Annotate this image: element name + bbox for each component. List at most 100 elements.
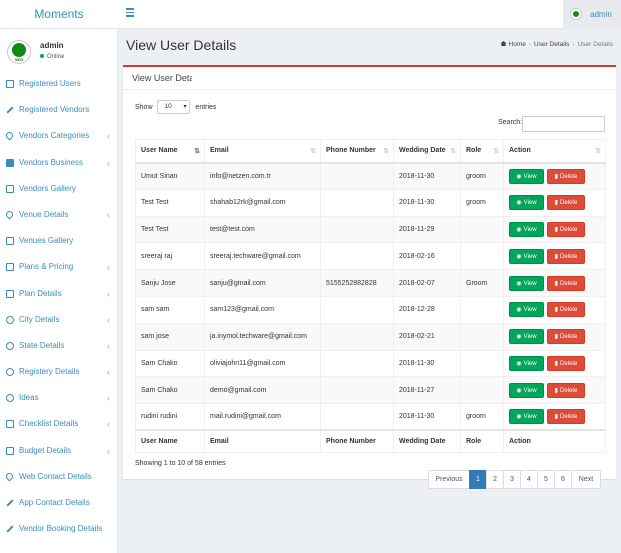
breadcrumb-item[interactable]: User Details	[534, 41, 569, 48]
column-header-wedding-date[interactable]: Wedding Date ⇅	[393, 139, 461, 164]
cell-email: ja.inymol.techware@gmail.com	[204, 322, 321, 351]
view-button[interactable]: ◉ View	[509, 409, 544, 425]
map-pin-icon	[4, 209, 15, 220]
cell-name: Sam Chako	[135, 349, 205, 378]
view-button[interactable]: ◉ View	[509, 195, 544, 211]
cell-role	[460, 295, 504, 324]
delete-button[interactable]: ▮ Delete	[547, 275, 585, 291]
sidebar-item-budget-details[interactable]: Budget Details ‹	[0, 438, 117, 464]
column-header-phone[interactable]: Phone Number ⇅	[320, 139, 394, 164]
sidebar-item-venues-gallery[interactable]: Venues Gallery	[0, 228, 117, 254]
cell-action: ◉ View ▮ Delete	[503, 188, 606, 217]
footer-username: User Name	[135, 429, 205, 453]
view-button[interactable]: ◉ View	[509, 302, 544, 318]
trash-icon: ▮	[554, 253, 558, 260]
column-header-username[interactable]: User Name ⇅	[135, 139, 205, 164]
column-header-action[interactable]: Action ⇅	[503, 139, 606, 164]
delete-button[interactable]: ▮ Delete	[547, 329, 585, 345]
view-button[interactable]: ◉ View	[509, 382, 544, 398]
trash-icon: ▮	[554, 307, 558, 314]
chevron-left-icon: ‹	[107, 393, 110, 404]
delete-button[interactable]: ▮ Delete	[547, 355, 585, 371]
sidebar-item-label: Registery Details	[19, 367, 80, 377]
cell-role	[460, 242, 504, 271]
cell-email: oliviajohn11@gmail.com	[204, 349, 321, 378]
image-icon	[6, 184, 14, 193]
column-header-role[interactable]: Role ⇅	[460, 139, 504, 164]
sidebar-toggle-icon[interactable]	[126, 8, 134, 17]
delete-button[interactable]: ▮ Delete	[547, 302, 585, 318]
sidebar-item-registery-details[interactable]: Registery Details ‹	[0, 359, 117, 385]
sidebar-item-app-contact-details[interactable]: App Contact Details	[0, 490, 117, 516]
delete-button[interactable]: ▮ Delete	[547, 248, 585, 264]
cell-date: 2018-11-27	[393, 376, 461, 405]
entries-select[interactable]: 10	[157, 100, 191, 114]
column-header-email[interactable]: Email ⇅	[204, 139, 321, 164]
cell-action: ◉ View ▮ Delete	[503, 269, 606, 297]
sidebar-item-state-details[interactable]: State Details ‹	[0, 333, 117, 359]
cell-phone	[320, 295, 394, 324]
pagination-page-3[interactable]: 3	[503, 470, 521, 489]
sidebar-item-venue-details[interactable]: Venue Details ‹	[0, 202, 117, 228]
trash-icon: ▮	[554, 334, 558, 341]
user-menu[interactable]: admin	[563, 0, 621, 29]
chevron-left-icon: ‹	[107, 262, 110, 273]
box-title: View User Deta	[132, 73, 192, 83]
sidebar-item-registered-vendors[interactable]: Registered Vendors	[0, 97, 117, 123]
view-button[interactable]: ◉ View	[509, 329, 544, 345]
sidebar-item-plan-details[interactable]: Plan Details ‹	[0, 281, 117, 307]
delete-button[interactable]: ▮ Delete	[547, 382, 585, 398]
chevron-left-icon: ‹	[107, 419, 110, 430]
sidebar-item-label: Venue Details	[19, 209, 69, 219]
sidebar-item-ideas[interactable]: Ideas ‹	[0, 385, 117, 411]
pagination-page-6[interactable]: 6	[554, 470, 572, 489]
pagination-next-button[interactable]: Next	[571, 470, 601, 489]
breadcrumb-home[interactable]: Home	[509, 41, 526, 48]
delete-button[interactable]: ▮ Delete	[547, 168, 585, 184]
sidebar-item-vendors-categories[interactable]: Vendors Categories ‹	[0, 123, 117, 149]
pagination-page-2[interactable]: 2	[486, 470, 504, 489]
table-row: sreeraj raj sreeraj.techware@gmail.com 201…	[135, 242, 606, 271]
search-input[interactable]	[522, 116, 605, 132]
delete-button[interactable]: ▮ Delete	[547, 195, 585, 211]
brand-logo[interactable]: Moments	[0, 0, 118, 29]
sidebar-item-registered-users[interactable]: Registered Users	[0, 71, 117, 97]
pagination-page-1[interactable]: 1	[469, 470, 487, 489]
avatar-text: VEG	[14, 57, 24, 62]
cell-date: 2018-12-28	[393, 295, 461, 324]
sidebar-item-checklist-details[interactable]: Checklist Details ‹	[0, 411, 117, 437]
sidebar-item-label: App Contact Details	[19, 498, 90, 507]
view-button[interactable]: ◉ View	[509, 168, 544, 184]
sidebar-item-plans-pricing[interactable]: Plans & Pricing ‹	[0, 254, 117, 280]
cell-role	[460, 322, 504, 351]
table-row: Sam Chako demo@gmail.com 2018-11-27 ◉ View ▮ D…	[135, 376, 606, 405]
chevron-left-icon: ‹	[107, 288, 110, 299]
pagination-previous-button[interactable]: Previous	[428, 470, 470, 489]
sidebar-item-web-contact-details[interactable]: Web Contact Details	[0, 464, 117, 490]
sidebar-menu: Registered Users Registered Vendors Vendor…	[0, 71, 117, 542]
view-button[interactable]: ◉ View	[509, 355, 544, 371]
cell-name: Umut Sinan	[135, 162, 205, 190]
sidebar-item-vendors-business[interactable]: Vendors Business ‹	[0, 150, 117, 176]
cell-action: ◉ View ▮ Delete	[503, 295, 606, 324]
cell-role	[460, 376, 504, 405]
sidebar-item-city-details[interactable]: City Details ‹	[0, 307, 117, 333]
eye-icon: ◉	[516, 173, 522, 180]
view-button[interactable]: ◉ View	[509, 275, 544, 291]
pagination-page-5[interactable]: 5	[537, 470, 555, 489]
delete-button[interactable]: ▮ Delete	[547, 409, 585, 425]
chevron-left-icon: ‹	[107, 314, 110, 325]
view-button[interactable]: ◉ View	[509, 221, 544, 237]
user-name: admin	[590, 10, 612, 19]
delete-button[interactable]: ▮ Delete	[547, 221, 585, 237]
sidebar-item-vendors-gallery[interactable]: Vendors Gallery	[0, 176, 117, 202]
view-button[interactable]: ◉ View	[509, 248, 544, 264]
sort-icon: ⇅	[595, 148, 601, 155]
trash-icon: ▮	[554, 226, 558, 233]
pagination-page-4[interactable]: 4	[520, 470, 538, 489]
cell-name: sam jose	[135, 322, 205, 351]
online-status: Online	[40, 54, 64, 60]
list-icon	[6, 420, 14, 429]
cell-name: Sanju Jose	[135, 269, 205, 297]
sidebar-item-vendor-booking-details[interactable]: Vendor Booking Details	[0, 516, 117, 542]
